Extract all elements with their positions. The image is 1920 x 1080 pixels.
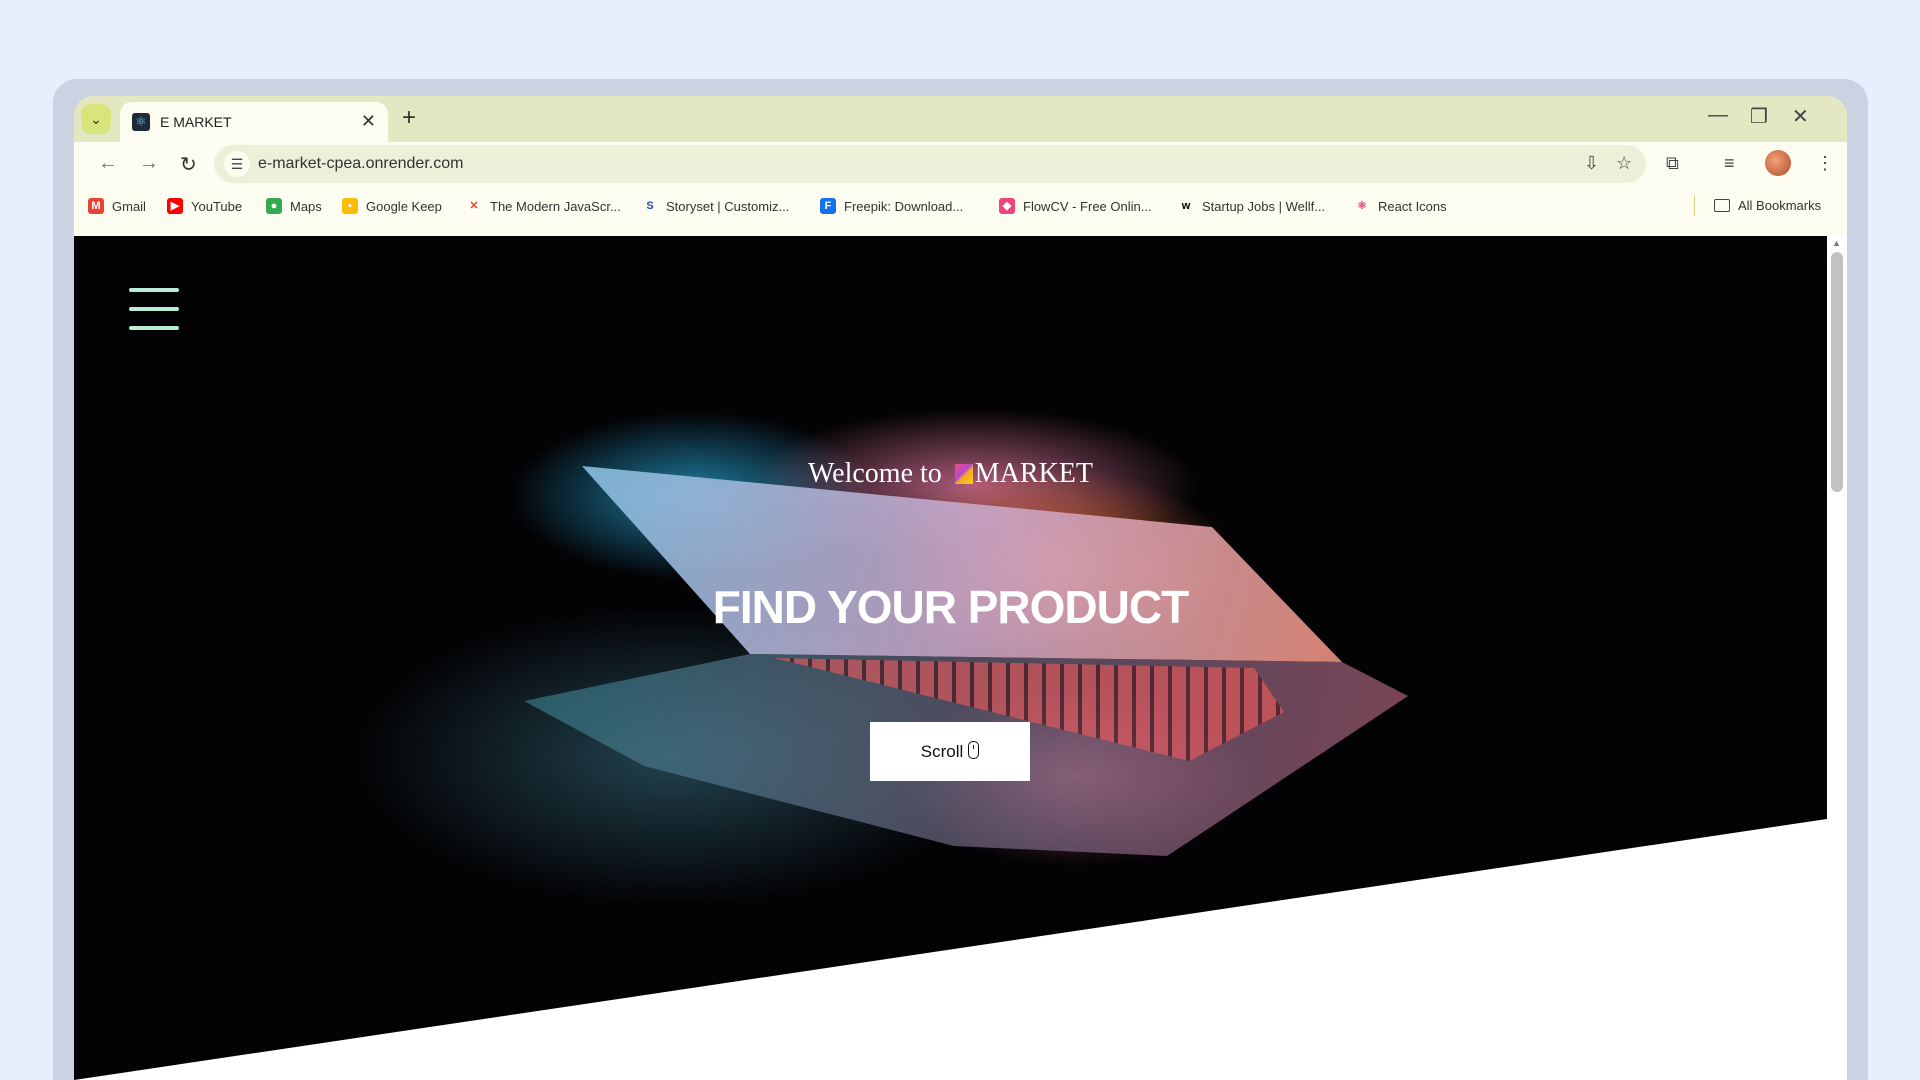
brand-logo-icon (954, 464, 973, 484)
bookmark-wellfound[interactable]: w Startup Jobs | Wellf... (1178, 198, 1325, 214)
bookmark-label: Storyset | Customiz... (666, 198, 790, 214)
folder-icon (1714, 199, 1730, 212)
bookmark-label: Maps (290, 198, 322, 214)
scroll-up-arrow-icon[interactable]: ▲ (1832, 238, 1841, 248)
all-bookmarks-label: All Bookmarks (1738, 198, 1822, 213)
scroll-button-label: Scroll (920, 741, 964, 761)
all-bookmarks-button[interactable]: All Bookmarks (1714, 198, 1821, 213)
wellfound-icon: w (1181, 200, 1191, 212)
tab-close-icon[interactable]: ✕ (361, 111, 376, 132)
brand-name: MARKET (974, 458, 1094, 489)
bookmarks-bar: M Gmail ▶ YouTube ● Maps ▪ Google Keep ✕… (74, 186, 1847, 226)
hamburger-menu-icon[interactable] (129, 286, 179, 332)
reload-button[interactable]: ↻ (180, 152, 197, 177)
hero-headline: FIND YOUR PRODUCT (712, 581, 1189, 633)
tab-title: E MARKET (160, 114, 232, 130)
storyset-icon: S (646, 200, 654, 212)
minimize-button[interactable]: — (1708, 104, 1728, 127)
bookmark-gmail[interactable]: M Gmail (88, 198, 146, 214)
tab-search-button[interactable]: ⌄ (81, 104, 111, 134)
browser-window: ⌄ ⚛ E MARKET ✕ + — ❐ ✕ ← → ↻ ☰ e-market-… (74, 96, 1847, 1080)
bookmark-label: The Modern JavaScr... (490, 198, 621, 214)
mouse-icon (968, 740, 980, 759)
site-settings-icon[interactable]: ☰ (224, 151, 250, 177)
close-window-button[interactable]: ✕ (1792, 104, 1809, 129)
gmail-icon: M (88, 198, 104, 214)
url-text[interactable]: e-market-cpea.onrender.com (258, 155, 463, 173)
back-button[interactable]: ← (98, 152, 118, 175)
browser-toolbar: ← → ↻ ☰ e-market-cpea.onrender.com ⇩ ☆ ⧉… (74, 142, 1847, 186)
welcome-text: Welcome to MARKET (74, 458, 1827, 490)
bookmark-label: Gmail (112, 198, 146, 214)
bookmark-flowcv[interactable]: ◆ FlowCV - Free Onlin... (999, 198, 1152, 214)
bookmark-star-icon[interactable]: ☆ (1616, 153, 1632, 174)
bookmark-maps[interactable]: ● Maps (266, 198, 322, 214)
bookmark-javascript-info[interactable]: ✕ The Modern JavaScr... (466, 198, 621, 214)
profile-avatar[interactable] (1765, 150, 1791, 176)
bookmark-storyset[interactable]: S Storyset | Customiz... (642, 198, 789, 214)
new-tab-button[interactable]: + (402, 104, 416, 132)
bookmark-label: YouTube (191, 198, 243, 214)
flowcv-icon: ◆ (999, 198, 1015, 214)
bookmark-label: FlowCV - Free Onlin... (1023, 198, 1152, 214)
react-favicon-icon: ⚛ (132, 113, 150, 131)
youtube-icon: ▶ (167, 198, 183, 214)
js-info-icon: ✕ (469, 200, 479, 212)
install-app-icon[interactable]: ⇩ (1584, 153, 1599, 174)
maps-icon: ● (266, 198, 282, 214)
bookmark-label: Freepik: Download... (844, 198, 964, 214)
freepik-icon: F (820, 198, 836, 214)
menu-kebab-icon[interactable]: ⋮ (1816, 153, 1834, 174)
extensions-icon[interactable]: ⧉ (1666, 153, 1679, 174)
bookmark-freepik[interactable]: F Freepik: Download... (820, 198, 963, 214)
address-bar[interactable]: ☰ e-market-cpea.onrender.com ⇩ ☆ (214, 145, 1646, 183)
bookmark-react-icons[interactable]: ⚛ React Icons (1354, 198, 1447, 214)
tab-strip: ⌄ ⚛ E MARKET ✕ + — ❐ ✕ (74, 96, 1847, 142)
react-icon: ⚛ (1357, 200, 1367, 212)
bookmark-youtube[interactable]: ▶ YouTube (167, 198, 242, 214)
keep-icon: ▪ (342, 198, 358, 214)
forward-button[interactable]: → (139, 152, 159, 175)
tab-active[interactable]: ⚛ E MARKET ✕ (120, 102, 388, 142)
bookmark-label: Google Keep (366, 198, 442, 214)
media-controls-icon[interactable]: ≡ (1724, 153, 1735, 174)
page-viewport: Welcome to MARKET FIND YOUR PRODUCT Scro… (74, 236, 1827, 1080)
bookmark-label: React Icons (1378, 198, 1447, 214)
scroll-button[interactable]: Scroll (870, 722, 1030, 781)
welcome-prefix: Welcome to (807, 458, 942, 489)
page-scrollbar[interactable]: ▲ (1827, 236, 1847, 1080)
bookmarks-separator (1694, 196, 1695, 216)
bookmark-label: Startup Jobs | Wellf... (1202, 198, 1326, 214)
restore-button[interactable]: ❐ (1750, 104, 1768, 129)
scrollbar-thumb[interactable] (1831, 252, 1843, 492)
bookmark-keep[interactable]: ▪ Google Keep (342, 198, 442, 214)
